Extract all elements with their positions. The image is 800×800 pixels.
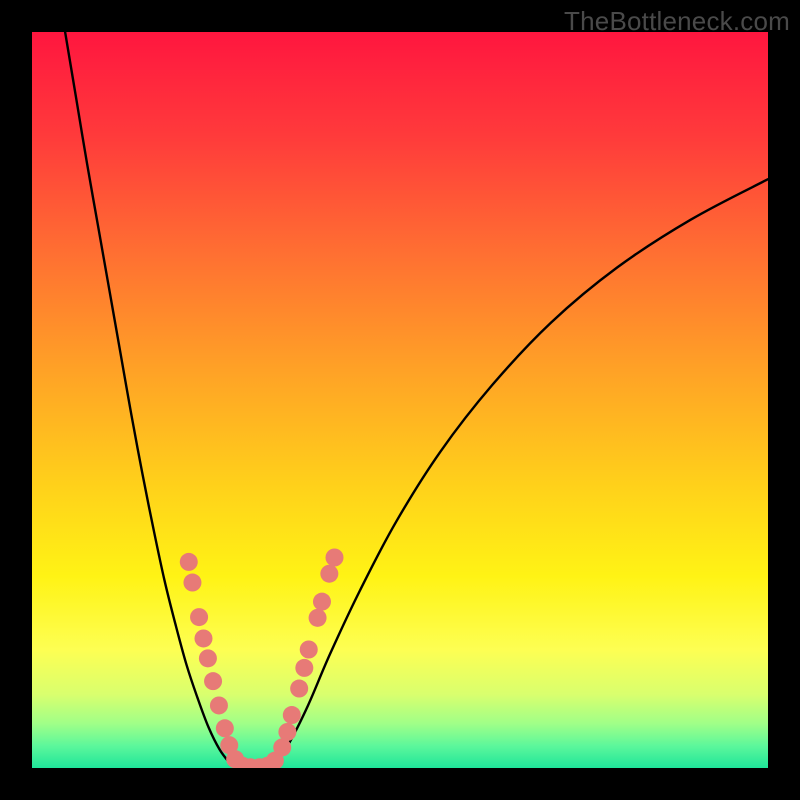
curve-marker — [199, 649, 217, 667]
curve-layer — [32, 32, 768, 768]
curve-marker — [204, 672, 222, 690]
marker-group — [180, 549, 344, 769]
watermark-text: TheBottleneck.com — [564, 6, 790, 37]
plot-area — [32, 32, 768, 768]
curve-marker — [295, 659, 313, 677]
curve-marker — [194, 629, 212, 647]
curve-marker — [283, 706, 301, 724]
curve-marker — [183, 574, 201, 592]
curve-marker — [216, 719, 234, 737]
curve-marker — [180, 553, 198, 571]
curve-marker — [309, 609, 327, 627]
curve-marker — [320, 565, 338, 583]
chart-frame: TheBottleneck.com — [0, 0, 800, 800]
curve-marker — [300, 641, 318, 659]
curve-marker — [210, 696, 228, 714]
curve-marker — [326, 549, 344, 567]
curve-marker — [190, 608, 208, 626]
curve-marker — [290, 680, 308, 698]
bottleneck-curve — [65, 32, 768, 768]
curve-marker — [278, 723, 296, 741]
curve-marker — [313, 593, 331, 611]
curve-marker — [273, 738, 291, 756]
